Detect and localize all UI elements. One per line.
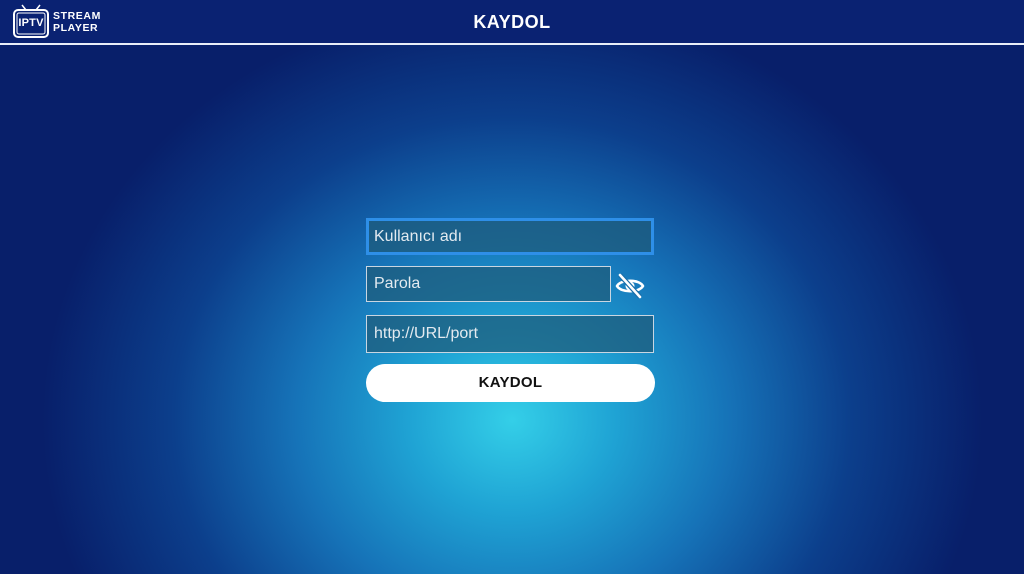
register-button[interactable]: KAYDOL: [366, 364, 655, 402]
url-input[interactable]: [366, 315, 654, 353]
top-bar: IPTV STREAM PLAYER KAYDOL: [0, 0, 1024, 45]
password-input[interactable]: [366, 266, 611, 302]
eye-slash-icon[interactable]: [614, 270, 646, 302]
username-input[interactable]: [366, 218, 654, 255]
page-title: KAYDOL: [473, 12, 551, 32]
